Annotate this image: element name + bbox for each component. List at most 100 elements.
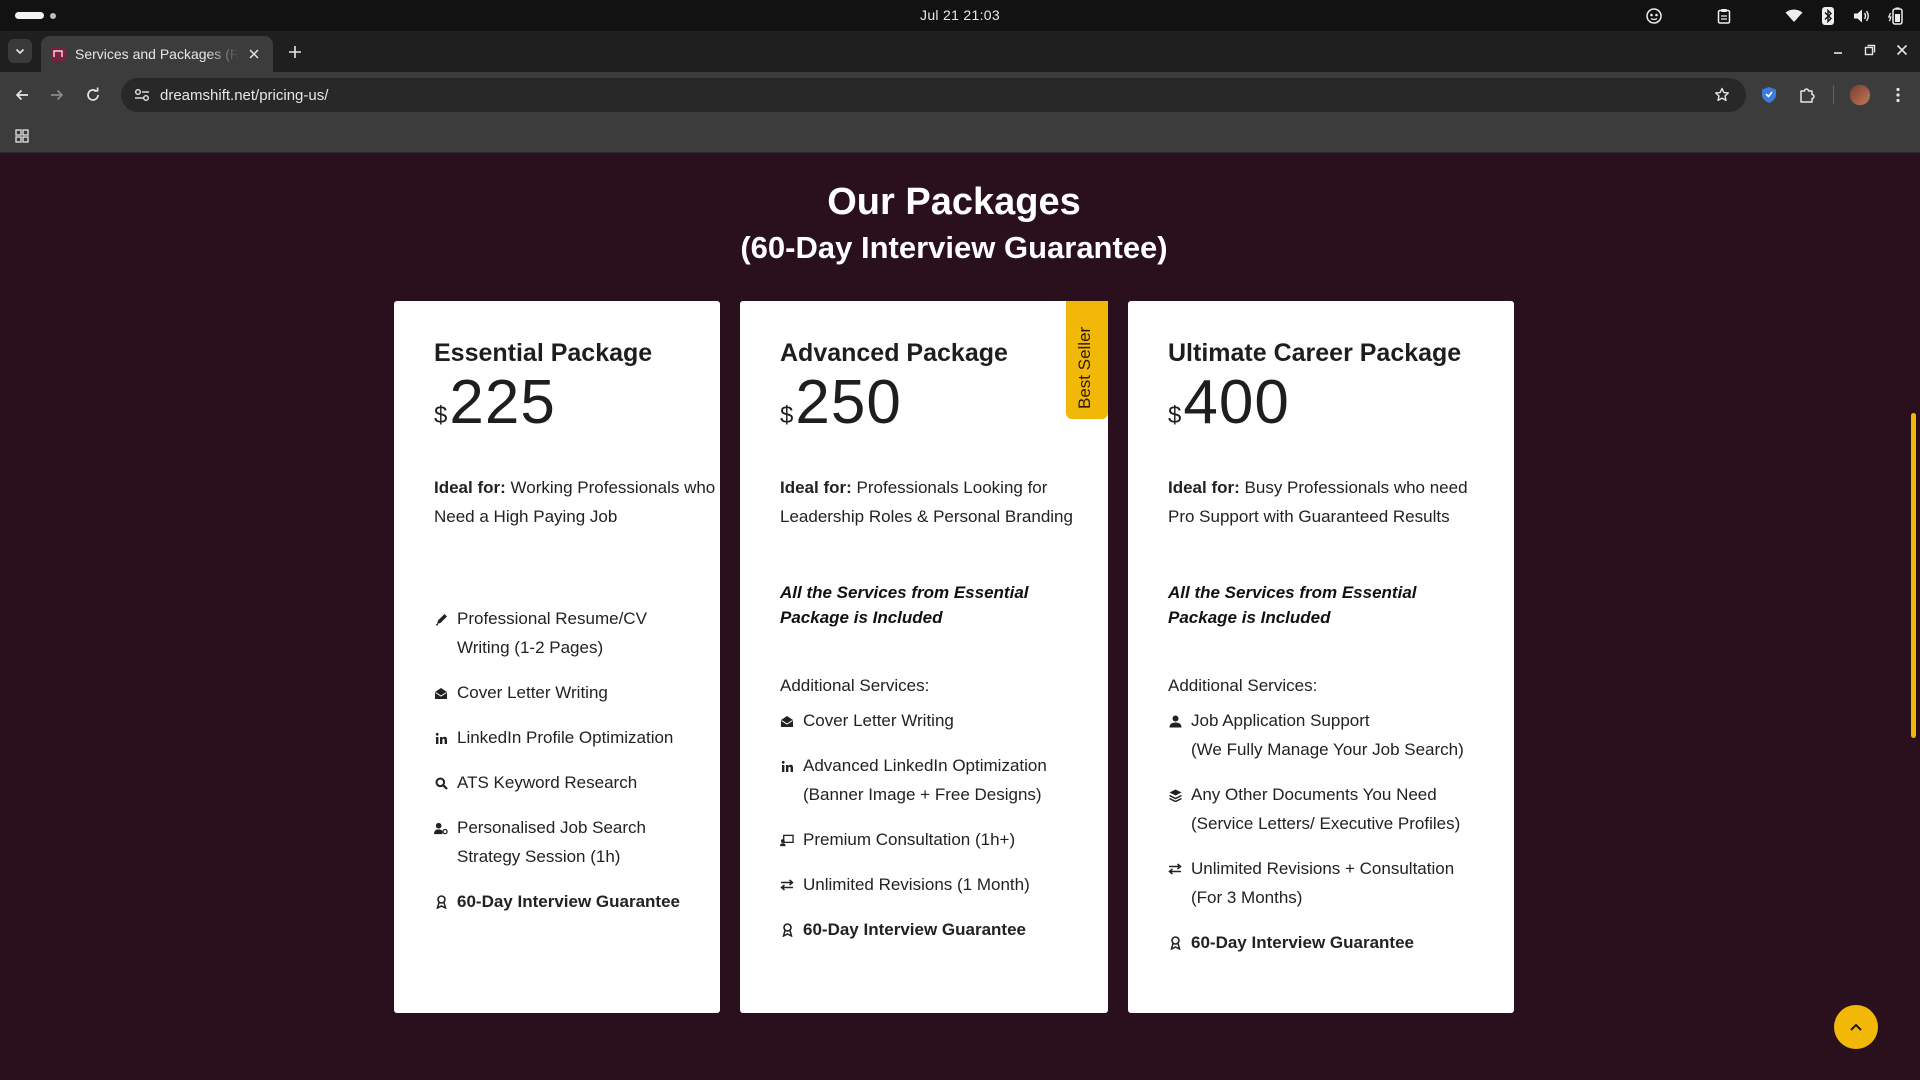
ideal-for-text: Ideal for: Professionals Looking for Lea… [780,473,1080,531]
battery-icon[interactable] [1886,6,1906,26]
ideal-for-label: Ideal for: [780,478,852,497]
price-amount: 225 [449,368,556,437]
pen-icon [434,612,448,626]
reload-button[interactable] [81,83,105,107]
linkedin-icon [780,759,794,773]
chalkboard-user-icon [780,833,794,847]
layers-icon [1168,788,1182,802]
kebab-menu-icon[interactable] [1886,83,1910,107]
currency-symbol: $ [780,402,794,429]
chevron-down-icon [15,48,25,55]
package-card-advanced: Advanced Package $250 Ideal for: Profess… [740,301,1108,1013]
volume-icon[interactable] [1852,6,1872,26]
wifi-icon[interactable] [1784,6,1804,26]
address-bar[interactable]: dreamshift.net/pricing-us/ [121,78,1746,112]
user-cog-icon [434,821,448,835]
clipboard-icon[interactable] [1714,6,1734,26]
bookmark-star-icon[interactable] [1710,83,1734,107]
browser-toolbar: dreamshift.net/pricing-us/ [0,72,1920,118]
toolbar-separator [1833,86,1834,104]
feature-item: Unlimited Revisions (1 Month) [780,870,1047,899]
apps-grid-icon[interactable] [10,124,34,148]
restore-icon[interactable] [1858,38,1882,62]
os-clock[interactable]: Jul 21 21:03 [0,7,1920,23]
feature-item: Cover Letter Writing [780,706,1047,735]
feature-item: Cover Letter Writing [434,678,680,707]
linkedin-icon [434,731,448,745]
package-name: Advanced Package [780,339,1008,367]
toolbar-actions [1757,83,1910,107]
award-icon [434,895,448,909]
section-subtitle: (60-Day Interview Guarantee) [740,230,1168,265]
feature-item: Any Other Documents You Need (Service Le… [1168,780,1464,838]
package-name: Ultimate Career Package [1168,339,1462,367]
plus-icon [289,46,301,58]
pricing-page: Our Packages (60-Day Interview Guarantee… [0,153,1920,1080]
best-seller-ribbon: Best Seller [1066,301,1108,419]
price-amount: 400 [1183,368,1290,437]
profile-avatar[interactable] [1848,83,1872,107]
close-tab-icon[interactable] [245,45,263,63]
page-scrollbar-thumb[interactable] [1911,413,1916,738]
ribbon-label: Best Seller [1075,326,1094,409]
feature-item: Advanced LinkedIn Optimization (Banner I… [780,751,1047,809]
ideal-for-text: Ideal for: Working Professionals who Nee… [434,473,724,531]
minimize-icon[interactable] [1826,38,1850,62]
back-to-top-button[interactable] [1834,1005,1878,1049]
feature-item: Job Application Support (We Fully Manage… [1168,706,1464,764]
arrow-right-icon [51,89,64,101]
site-favicon-icon [51,47,65,61]
tab-title: Services and Packages (R [75,46,239,62]
bookmarks-bar [0,118,1920,153]
tab-search-button[interactable] [8,39,32,63]
back-button[interactable] [10,83,34,107]
additional-services-label: Additional Services: [1168,676,1318,695]
site-info-icon[interactable] [130,83,154,107]
user-icon [1168,714,1182,728]
system-tray[interactable] [1644,6,1906,26]
feature-item-guarantee: 60-Day Interview Guarantee [1168,928,1464,957]
included-note: All the Services from Essential Package … [780,583,1029,627]
browser-tab-active[interactable]: Services and Packages (R [41,36,273,72]
section-title: Our Packages [827,181,1081,223]
feature-list: Cover Letter Writing Advanced LinkedIn O… [780,706,1047,960]
envelope-icon [434,686,448,700]
envelope-icon [780,714,794,728]
bluetooth-icon[interactable] [1818,6,1838,26]
url-text[interactable]: dreamshift.net/pricing-us/ [160,87,1710,104]
price-amount: 250 [795,368,902,437]
award-icon [780,923,794,937]
feature-item: ATS Keyword Research [434,768,680,797]
shield-extension-icon[interactable] [1757,83,1781,107]
award-icon [1168,936,1182,950]
tab-strip: Services and Packages (R [0,31,1920,72]
extensions-puzzle-icon[interactable] [1795,83,1819,107]
ideal-for-text: Ideal for: Busy Professionals who need P… [1168,473,1478,531]
additional-services-label: Additional Services: [780,676,930,695]
feature-item: Premium Consultation (1h+) [780,825,1047,854]
os-top-bar: Jul 21 21:03 [0,0,1920,31]
chevron-up-icon [1850,1023,1862,1031]
package-name: Essential Package [434,339,653,367]
feature-item: LinkedIn Profile Optimization [434,723,680,752]
feature-item-guarantee: 60-Day Interview Guarantee [434,887,680,916]
package-price: $225 [434,367,556,438]
window-controls [1826,38,1914,62]
arrows-exchange-icon [1168,862,1182,876]
package-card-essential: Essential Package $225 Ideal for: Workin… [394,301,720,1013]
currency-symbol: $ [1168,402,1182,429]
ideal-for-label: Ideal for: [1168,478,1240,497]
feature-list: Job Application Support (We Fully Manage… [1168,706,1464,973]
accessibility-icon[interactable] [1644,6,1664,26]
reload-icon [87,87,99,101]
package-price: $400 [1168,367,1290,438]
ideal-for-label: Ideal for: [434,478,506,497]
close-window-icon[interactable] [1890,38,1914,62]
feature-item: Professional Resume/CV Writing (1-2 Page… [434,604,680,662]
forward-button[interactable] [45,83,69,107]
arrow-left-icon [15,89,28,101]
feature-item: Unlimited Revisions + Consultation (For … [1168,854,1464,912]
included-note: All the Services from Essential Package … [1168,583,1417,627]
feature-list: Professional Resume/CV Writing (1-2 Page… [434,604,680,932]
new-tab-button[interactable] [283,40,307,64]
